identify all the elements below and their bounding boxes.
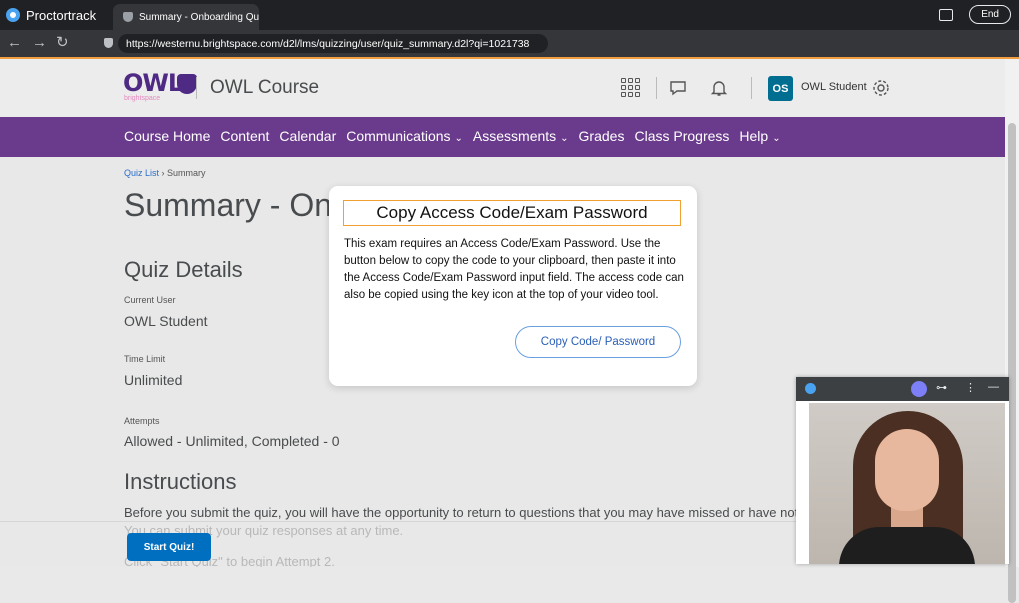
end-button[interactable]: End xyxy=(969,5,1011,24)
forward-arrow-icon[interactable]: → xyxy=(32,35,47,51)
access-code-modal: Copy Access Code/Exam Password This exam… xyxy=(329,186,697,386)
nav-calendar[interactable]: Calendar xyxy=(279,128,336,144)
browser-toolbar: ← → ↻ https://westernu.brightspace.com/d… xyxy=(0,30,1019,57)
time-limit-label: Time Limit xyxy=(124,354,166,364)
header-divider xyxy=(656,77,657,99)
header-divider xyxy=(751,77,752,99)
tab-shield-icon xyxy=(123,12,133,22)
current-user-label: Current User xyxy=(124,295,176,305)
user-name[interactable]: OWL Student xyxy=(801,81,867,93)
proctortrack-logo-icon xyxy=(805,383,816,394)
address-bar[interactable]: https://westernu.brightspace.com/d2l/lms… xyxy=(118,34,548,53)
sticky-footer-divider xyxy=(0,521,800,522)
video-toolbar: ⊶ ⋮ — xyxy=(796,377,1009,401)
breadcrumb-separator: › xyxy=(161,168,165,178)
time-limit-value: Unlimited xyxy=(124,372,183,388)
brightspace-subtext: brightspace xyxy=(124,95,161,102)
video-tool[interactable]: ⊶ ⋮ — xyxy=(796,377,1009,564)
bell-icon[interactable] xyxy=(709,78,729,98)
instructions-heading: Instructions xyxy=(124,469,237,494)
chevron-down-icon: ⌄ xyxy=(454,133,463,144)
quiz-details-heading: Quiz Details xyxy=(124,257,243,282)
proctortrack-app: Proctortrack xyxy=(6,4,96,26)
breadcrumb-current: Summary xyxy=(167,168,206,178)
scroll-thumb[interactable] xyxy=(1008,123,1016,603)
nav-help[interactable]: Help ⌄ xyxy=(739,128,780,144)
modal-body: This exam requires an Access Code/Exam P… xyxy=(344,238,684,301)
owl-logo-text: OWL xyxy=(123,69,183,97)
course-header: OWL brightspace OWL Course OS OWL Studen… xyxy=(0,59,1005,117)
waffle-grid-icon[interactable] xyxy=(621,78,641,98)
avatar[interactable]: OS xyxy=(768,76,793,101)
breadcrumb-quiz-list[interactable]: Quiz List xyxy=(124,168,159,178)
attempts-label: Attempts xyxy=(124,416,160,426)
header-divider xyxy=(196,77,197,99)
owl-crest-icon xyxy=(177,74,197,94)
reload-icon[interactable]: ↻ xyxy=(56,35,69,51)
copy-code-button[interactable]: Copy Code/ Password xyxy=(515,326,681,358)
instructions-text: Before you submit the quiz, you will hav… xyxy=(124,505,816,520)
tab-title: Summary - Onboarding Qui... xyxy=(139,11,259,23)
modal-title: Copy Access Code/Exam Password xyxy=(343,200,681,226)
chevron-down-icon: ⌄ xyxy=(772,133,781,144)
course-navbar: Course Home Content Calendar Communicati… xyxy=(0,117,1005,157)
recording-icon[interactable] xyxy=(911,381,927,397)
nav-content[interactable]: Content xyxy=(220,128,269,144)
back-arrow-icon[interactable]: ← xyxy=(7,35,22,51)
app-name-label: Proctortrack xyxy=(26,7,97,23)
nav-class-progress[interactable]: Class Progress xyxy=(634,128,729,144)
owl-logo[interactable]: OWL brightspace xyxy=(123,69,197,102)
gear-icon[interactable] xyxy=(871,78,891,98)
start-quiz-button[interactable]: Start Quiz! xyxy=(127,533,211,561)
nav-course-home[interactable]: Course Home xyxy=(124,128,210,144)
site-shield-icon xyxy=(104,38,113,48)
browser-title-bar: Proctortrack Summary - Onboarding Qui...… xyxy=(0,0,1019,30)
current-user-value: OWL Student xyxy=(124,313,208,329)
key-icon[interactable]: ⊶ xyxy=(936,381,947,394)
minimize-icon[interactable]: — xyxy=(988,381,999,393)
attempts-value: Allowed - Unlimited, Completed - 0 xyxy=(124,433,340,449)
chevron-down-icon: ⌄ xyxy=(560,133,569,144)
course-name[interactable]: OWL Course xyxy=(210,77,319,99)
more-options-icon[interactable]: ⋮ xyxy=(965,381,976,394)
browser-tab[interactable]: Summary - Onboarding Qui... xyxy=(113,4,259,30)
message-icon[interactable] xyxy=(668,78,688,98)
nav-grades[interactable]: Grades xyxy=(579,128,625,144)
proctortrack-logo-icon xyxy=(6,8,20,22)
chat-icon[interactable] xyxy=(939,8,954,21)
webcam-feed xyxy=(809,403,1005,564)
nav-communications[interactable]: Communications ⌄ xyxy=(346,128,463,144)
breadcrumb: Quiz List › Summary xyxy=(124,168,206,178)
nav-assessments[interactable]: Assessments ⌄ xyxy=(473,128,569,144)
